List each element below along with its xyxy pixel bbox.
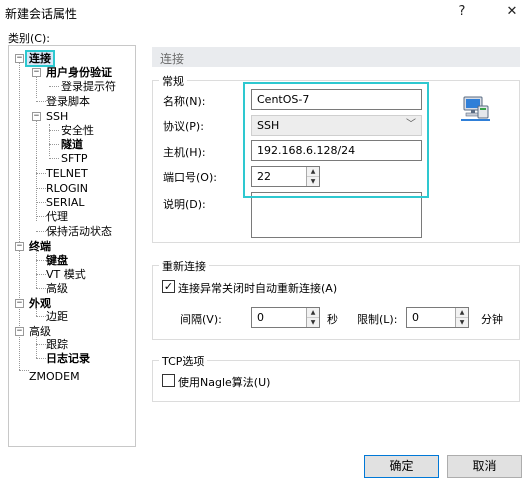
- expander-terminal[interactable]: −: [15, 242, 24, 251]
- reconnect-group: [152, 265, 520, 340]
- tree-item-zmodem[interactable]: ZMODEM: [29, 370, 80, 383]
- nagle-label[interactable]: 使用Nagle算法(U): [178, 374, 270, 390]
- cancel-button[interactable]: 取消: [447, 455, 522, 478]
- ok-button[interactable]: 确定: [364, 455, 439, 478]
- interval-spinbox[interactable]: 0 ▲ ▼: [251, 307, 320, 328]
- tree-item-telnet[interactable]: TELNET: [46, 167, 88, 180]
- expander-ssh[interactable]: −: [32, 112, 41, 121]
- auto-reconnect-checkbox[interactable]: ✓: [162, 280, 175, 293]
- tree-item-rlogin[interactable]: RLOGIN: [46, 182, 88, 195]
- interval-unit: 秒: [327, 313, 338, 326]
- tree-item-trace[interactable]: 跟踪: [46, 338, 68, 351]
- close-button[interactable]: ✕: [501, 3, 523, 21]
- expander-advanced[interactable]: −: [15, 327, 24, 336]
- expander-appearance[interactable]: −: [15, 299, 24, 308]
- tree-item-security[interactable]: 安全性: [61, 124, 94, 137]
- interval-label: 间隔(V):: [180, 313, 222, 326]
- network-computer-icon: [461, 96, 491, 122]
- name-label: 名称(N):: [163, 95, 206, 108]
- tree-item-serial[interactable]: SERIAL: [46, 196, 84, 209]
- highlight-frame: [243, 82, 429, 198]
- category-label: 类别(C):: [8, 32, 50, 45]
- nagle-checkbox[interactable]: [162, 374, 175, 387]
- help-button[interactable]: ?: [451, 3, 473, 21]
- expander-auth[interactable]: −: [32, 68, 41, 77]
- tree-item-proxy[interactable]: 代理: [46, 210, 68, 223]
- section-title: 连接: [160, 52, 185, 66]
- tree-item-appearance[interactable]: 外观: [29, 297, 51, 310]
- section-header: 连接: [152, 47, 520, 67]
- host-label: 主机(H):: [163, 146, 206, 159]
- description-textarea[interactable]: [251, 192, 422, 238]
- interval-spinner[interactable]: ▲ ▼: [306, 308, 319, 327]
- tree-item-logging[interactable]: 日志记录: [46, 352, 90, 365]
- tree-item-tunnel[interactable]: 隧道: [61, 138, 83, 151]
- port-label: 端口号(O):: [163, 171, 217, 184]
- limit-spinner[interactable]: ▲ ▼: [455, 308, 468, 327]
- reconnect-group-title: 重新连接: [159, 258, 209, 274]
- tree-item-ssh[interactable]: SSH: [46, 110, 68, 123]
- limit-value: 0: [412, 311, 419, 324]
- spin-down-icon[interactable]: ▼: [456, 317, 468, 327]
- limit-label: 限制(L):: [357, 313, 398, 326]
- interval-value: 0: [257, 311, 264, 324]
- tree-item-terminal-advanced[interactable]: 高级: [46, 282, 68, 295]
- title-bar: 新建会话属性 ? ✕: [0, 0, 532, 24]
- auto-reconnect-label[interactable]: 连接异常关闭时自动重新连接(A): [178, 280, 337, 296]
- tree-item-sftp[interactable]: SFTP: [61, 152, 87, 165]
- spin-up-icon[interactable]: ▲: [307, 308, 319, 318]
- tree-item-login-prompt[interactable]: 登录提示符: [61, 80, 116, 93]
- tree-item-vt-mode[interactable]: VT 模式: [46, 268, 86, 281]
- tcp-options-title: TCP选项: [159, 353, 208, 369]
- limit-spinbox[interactable]: 0 ▲ ▼: [406, 307, 469, 328]
- tree-item-advanced[interactable]: 高级: [29, 325, 51, 338]
- tree-item-auth[interactable]: 用户身份验证: [46, 66, 112, 79]
- tree-item-terminal[interactable]: 终端: [29, 240, 51, 253]
- category-tree[interactable]: − 连接 − 用户身份验证 登录提示符 登录脚本 − SSH 安全性 隧道 SF…: [8, 45, 136, 447]
- expander-connection[interactable]: −: [15, 54, 24, 63]
- spin-up-icon[interactable]: ▲: [456, 308, 468, 318]
- window-title: 新建会话属性: [5, 7, 78, 21]
- general-group-title: 常规: [159, 73, 187, 89]
- spin-down-icon[interactable]: ▼: [307, 317, 319, 327]
- tree-item-connection[interactable]: 连接: [25, 50, 55, 67]
- tree-item-keepalive[interactable]: 保持活动状态: [46, 225, 112, 238]
- limit-unit: 分钟: [481, 313, 503, 326]
- description-label: 说明(D):: [163, 198, 206, 211]
- protocol-label: 协议(P):: [163, 120, 204, 133]
- tree-item-keyboard[interactable]: 键盘: [46, 254, 68, 267]
- tree-item-margins[interactable]: 边距: [46, 310, 68, 323]
- tree-item-login-script[interactable]: 登录脚本: [46, 95, 90, 108]
